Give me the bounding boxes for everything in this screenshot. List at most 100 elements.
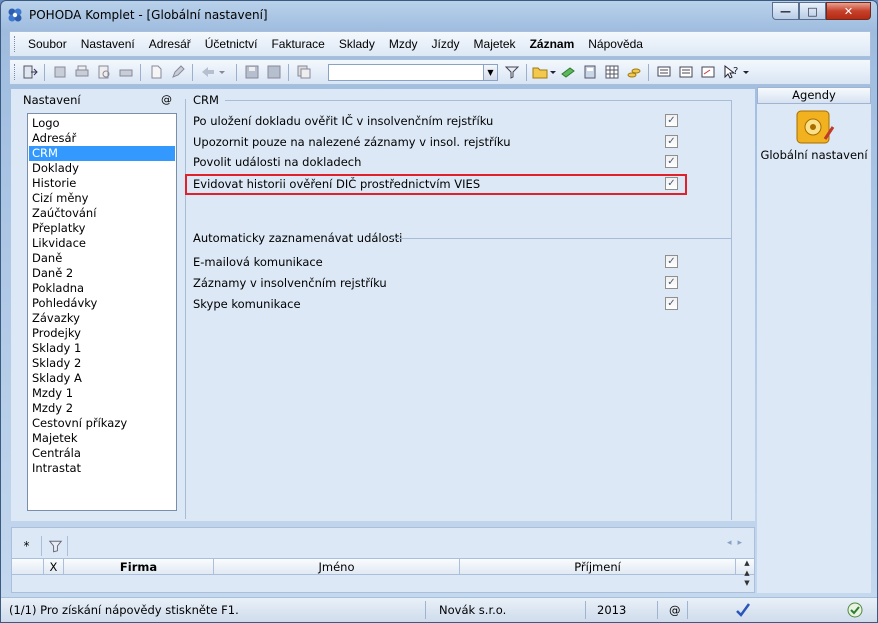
list-item[interactable]: Daně 2 [29, 266, 175, 281]
menu-napoveda[interactable]: Nápověda [588, 37, 643, 51]
toolbar-grip[interactable] [14, 64, 17, 80]
option-label: Po uložení dokladu ověřit IČ v insolvenč… [193, 114, 494, 128]
column-header-x[interactable]: X [44, 559, 64, 575]
list-item[interactable]: Cestovní příkazy [29, 416, 175, 431]
minimize-button[interactable]: — [772, 2, 799, 20]
filter-tab-icon[interactable] [44, 536, 68, 556]
toolbar-separator [140, 64, 141, 81]
status-company: Novák s.r.o. [439, 603, 507, 617]
agenda-item-label[interactable]: Globální nastavení [757, 148, 871, 162]
list-item[interactable]: Centrála [29, 446, 175, 461]
status-separator [687, 601, 688, 619]
column-header-prijmeni[interactable]: Příjmení [460, 559, 736, 575]
menu-soubor[interactable]: Soubor [28, 37, 67, 51]
message-icon[interactable] [656, 64, 672, 80]
filter-icon[interactable] [504, 64, 520, 80]
duplicate-icon[interactable] [296, 64, 312, 80]
option-checkbox[interactable]: ✓ [665, 155, 678, 168]
save-all-icon[interactable] [266, 64, 282, 80]
list-item[interactable]: Sklady 1 [29, 341, 175, 356]
option-label: Záznamy v insolvenčním rejstříku [193, 276, 387, 290]
list-item[interactable]: Intrastat [29, 461, 175, 476]
coins-icon[interactable] [626, 64, 642, 80]
exit-icon[interactable] [22, 64, 38, 80]
edit-pen-icon[interactable] [170, 64, 186, 80]
list-item[interactable]: Pokladna [29, 281, 175, 296]
column-header-jmeno[interactable]: Jméno [214, 559, 460, 575]
menu-ucetnictvi[interactable]: Účetnictví [205, 37, 258, 51]
back-arrow-icon[interactable] [200, 64, 226, 80]
list-item[interactable]: Likvidace [29, 236, 175, 251]
tab-all-records[interactable]: * [12, 536, 42, 556]
new-document-icon[interactable] [148, 64, 164, 80]
list-item[interactable]: Zaúčtování [29, 206, 175, 221]
option-checkbox[interactable]: ✓ [665, 297, 678, 310]
table-icon[interactable] [604, 64, 620, 80]
menu-majetek[interactable]: Majetek [474, 37, 516, 51]
quick-search-combo[interactable]: ▼ [328, 64, 498, 81]
list-item[interactable]: Závazky [29, 311, 175, 326]
list-item[interactable]: Mzdy 1 [29, 386, 175, 401]
print-preview-icon[interactable] [96, 64, 112, 80]
money-icon[interactable] [560, 64, 576, 80]
chevron-down-icon[interactable]: ▼ [483, 65, 497, 80]
list-item[interactable]: Majetek [29, 431, 175, 446]
approve-check-icon[interactable] [735, 602, 751, 618]
list-item[interactable]: Sklady A [29, 371, 175, 386]
option-checkbox[interactable]: ✓ [665, 135, 678, 148]
option-checkbox[interactable]: ✓ [665, 255, 678, 268]
list-item[interactable]: Doklady [29, 161, 175, 176]
grid-nav-arrows[interactable]: ◂▸ [727, 538, 748, 548]
menu-mzdy[interactable]: Mzdy [389, 37, 418, 51]
list-item[interactable]: Sklady 2 [29, 356, 175, 371]
menu-zaznam[interactable]: Záznam [530, 37, 575, 51]
list-item[interactable]: Historie [29, 176, 175, 191]
menu-fakturace[interactable]: Fakturace [271, 37, 324, 51]
panel-divider [185, 99, 186, 519]
option-checkbox[interactable]: ✓ [665, 177, 678, 190]
toolbar-separator [526, 64, 527, 81]
list-item[interactable]: Přeplatky [29, 221, 175, 236]
folder-icon[interactable] [532, 64, 556, 80]
events-group-line [391, 238, 731, 239]
copy-record-icon[interactable] [52, 64, 68, 80]
list-item[interactable]: Cizí měny [29, 191, 175, 206]
list-icon[interactable] [678, 64, 694, 80]
status-separator [585, 601, 586, 619]
list-item[interactable]: Prodejky [29, 326, 175, 341]
list-item[interactable]: Pohledávky [29, 296, 175, 311]
column-header-firma[interactable]: Firma [64, 559, 214, 575]
list-item[interactable]: Daně [29, 251, 175, 266]
settings-heading: Nastavení [23, 93, 81, 107]
note-icon[interactable] [700, 64, 716, 80]
menubar-grip[interactable] [14, 36, 17, 52]
save-icon[interactable] [244, 64, 260, 80]
status-bar: (1/1) Pro získání nápovědy stiskněte F1.… [1, 597, 877, 622]
list-item[interactable]: Adresář [29, 131, 175, 146]
option-checkbox[interactable]: ✓ [665, 114, 678, 127]
list-item[interactable]: Logo [29, 116, 175, 131]
list-item[interactable]: Mzdy 2 [29, 401, 175, 416]
status-year[interactable]: 2013 [597, 603, 626, 617]
grid-scrollbar[interactable]: ▲ ▲ ▼ [740, 558, 754, 592]
global-settings-icon[interactable] [795, 109, 835, 145]
print-setup-icon[interactable] [118, 64, 134, 80]
menu-adresar[interactable]: Adresář [149, 37, 191, 51]
close-button[interactable]: ✕ [826, 2, 871, 20]
app-window: POHODA Komplet - [Globální nastavení] — … [0, 0, 878, 623]
status-at: @ [669, 603, 681, 617]
help-pointer-icon[interactable]: ? [722, 64, 750, 80]
menu-sklady[interactable]: Sklady [339, 37, 375, 51]
crm-group-line [225, 100, 731, 101]
list-item-selected[interactable]: CRM [29, 146, 175, 161]
menu-jizdy[interactable]: Jízdy [432, 37, 460, 51]
pohoda-app-icon [8, 8, 22, 22]
settings-listbox[interactable]: Logo Adresář CRM Doklady Historie Cizí m… [27, 113, 177, 511]
maximize-button[interactable]: □ [799, 2, 826, 20]
print-icon[interactable] [74, 64, 90, 80]
menu-nastaveni[interactable]: Nastavení [81, 37, 135, 51]
agenda-panel: Agendy Globální nastavení [757, 87, 871, 593]
option-checkbox[interactable]: ✓ [665, 276, 678, 289]
title-bar[interactable]: POHODA Komplet - [Globální nastavení] — … [1, 1, 877, 29]
calculator-icon[interactable] [582, 64, 598, 80]
